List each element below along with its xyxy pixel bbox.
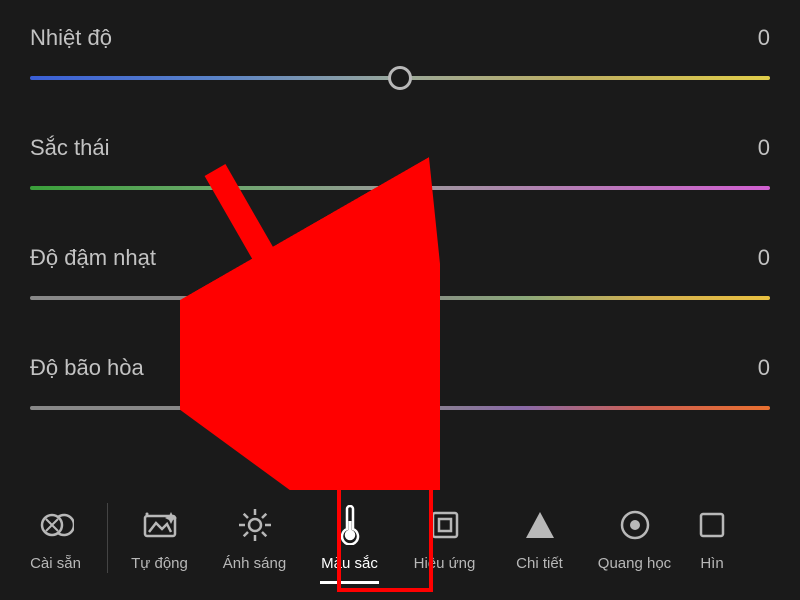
active-tab-underline [320, 581, 379, 584]
tool-auto[interactable]: Tự động [112, 488, 207, 588]
slider-handle-tint[interactable] [388, 176, 412, 200]
detail-icon [524, 503, 556, 547]
slider-label-saturation: Độ bão hòa [30, 355, 144, 381]
slider-value-tint[interactable]: 0 [758, 135, 770, 161]
slider-handle-temperature[interactable] [388, 66, 412, 90]
tool-label-presets: Cài sẵn [30, 555, 81, 572]
tool-label-auto: Tự động [131, 555, 188, 572]
tool-label-geometry: Hìn [700, 555, 723, 572]
presets-icon [38, 503, 74, 547]
geometry-icon [696, 503, 728, 547]
tool-optics[interactable]: Quang học [587, 488, 682, 588]
tool-presets[interactable]: Cài sẵn [8, 488, 103, 588]
slider-label-vibrance: Độ đậm nhạt [30, 245, 156, 271]
auto-icon [141, 503, 179, 547]
thermometer-icon [337, 503, 363, 547]
slider-temperature: Nhiệt độ 0 [30, 25, 770, 90]
slider-track-tint[interactable] [30, 176, 770, 200]
slider-label-tint: Sắc thái [30, 135, 110, 161]
slider-saturation: Độ bão hòa 0 [30, 355, 770, 420]
slider-label-temperature: Nhiệt độ [30, 25, 112, 51]
slider-track-saturation[interactable] [30, 396, 770, 420]
tool-effects[interactable]: Hiệu ứng [397, 488, 492, 588]
light-icon [237, 503, 273, 547]
slider-value-temperature[interactable]: 0 [758, 25, 770, 51]
effects-icon [429, 503, 461, 547]
tool-label-color: Màu sắc [321, 555, 378, 572]
toolbar-divider [107, 503, 108, 573]
tool-label-detail: Chi tiết [516, 555, 563, 572]
tool-label-light: Ánh sáng [223, 555, 286, 572]
slider-handle-vibrance[interactable] [388, 286, 412, 310]
bottom-toolbar: Cài sẵn Tự động [0, 475, 800, 600]
tool-light[interactable]: Ánh sáng [207, 488, 302, 588]
slider-tint: Sắc thái 0 [30, 135, 770, 200]
tool-label-effects: Hiệu ứng [414, 555, 476, 572]
tool-detail[interactable]: Chi tiết [492, 488, 587, 588]
tool-geometry[interactable]: Hìn [682, 488, 742, 588]
slider-handle-saturation[interactable] [388, 396, 412, 420]
slider-track-temperature[interactable] [30, 66, 770, 90]
color-adjustments-panel: Nhiệt độ 0 Sắc thái 0 Độ đậm nhạt 0 Độ b… [0, 0, 800, 420]
tool-label-optics: Quang học [598, 555, 671, 572]
optics-icon [618, 503, 652, 547]
slider-track-vibrance[interactable] [30, 286, 770, 310]
tool-color[interactable]: Màu sắc [302, 488, 397, 588]
slider-value-saturation[interactable]: 0 [758, 355, 770, 381]
slider-value-vibrance[interactable]: 0 [758, 245, 770, 271]
slider-vibrance: Độ đậm nhạt 0 [30, 245, 770, 310]
